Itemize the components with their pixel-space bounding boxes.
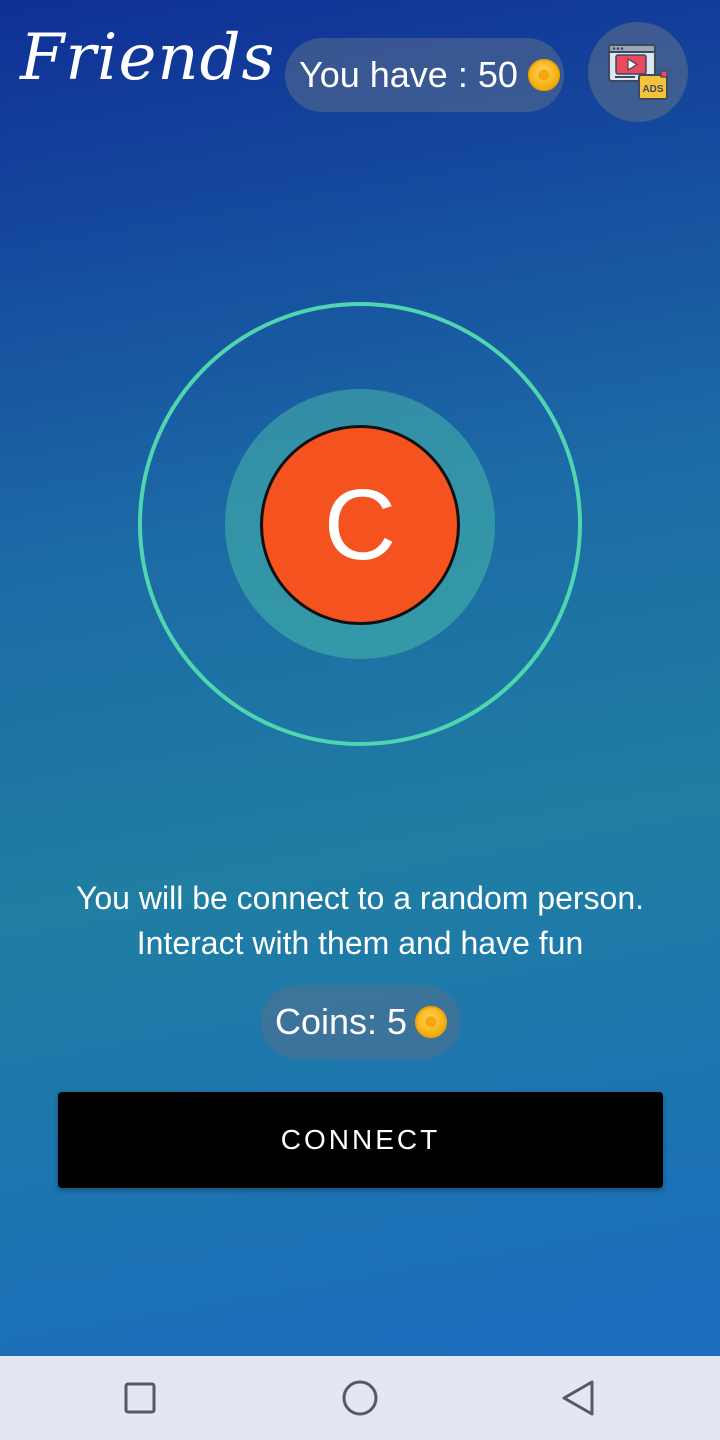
- back-button[interactable]: [528, 1356, 628, 1440]
- home-button[interactable]: [310, 1356, 410, 1440]
- screen: Friends You have : 50 ADS C You will be …: [0, 0, 720, 1440]
- app-background: Friends You have : 50 ADS C You will be …: [0, 0, 720, 1356]
- recent-apps-button[interactable]: [90, 1356, 190, 1440]
- square-icon: [124, 1382, 156, 1414]
- coin-balance-badge: You have : 50: [285, 38, 564, 112]
- watch-ads-button[interactable]: ADS: [588, 22, 688, 122]
- info-message-line-2: Interact with them and have fun: [136, 925, 584, 961]
- searching-animation: C: [138, 302, 582, 746]
- connect-cost-badge: Coins: 5: [261, 985, 461, 1059]
- coin-balance-text: You have : 50: [299, 54, 518, 95]
- connect-button[interactable]: CONNECT: [58, 1092, 663, 1188]
- system-navigation-bar: [0, 1356, 720, 1440]
- coin-icon: [415, 1006, 448, 1038]
- info-message: You will be connect to a random person. …: [0, 876, 720, 966]
- circle-icon: [342, 1380, 378, 1416]
- app-logo: Friends: [20, 21, 276, 95]
- coin-icon: [527, 59, 560, 91]
- triangle-back-icon: [562, 1380, 594, 1416]
- ads-video-icon: ADS: [608, 44, 668, 100]
- svg-text:ADS: ADS: [642, 84, 663, 95]
- info-message-line-1: You will be connect to a random person.: [75, 880, 645, 916]
- user-avatar: C: [260, 425, 460, 625]
- connect-cost-text: Coins: 5: [274, 1001, 408, 1042]
